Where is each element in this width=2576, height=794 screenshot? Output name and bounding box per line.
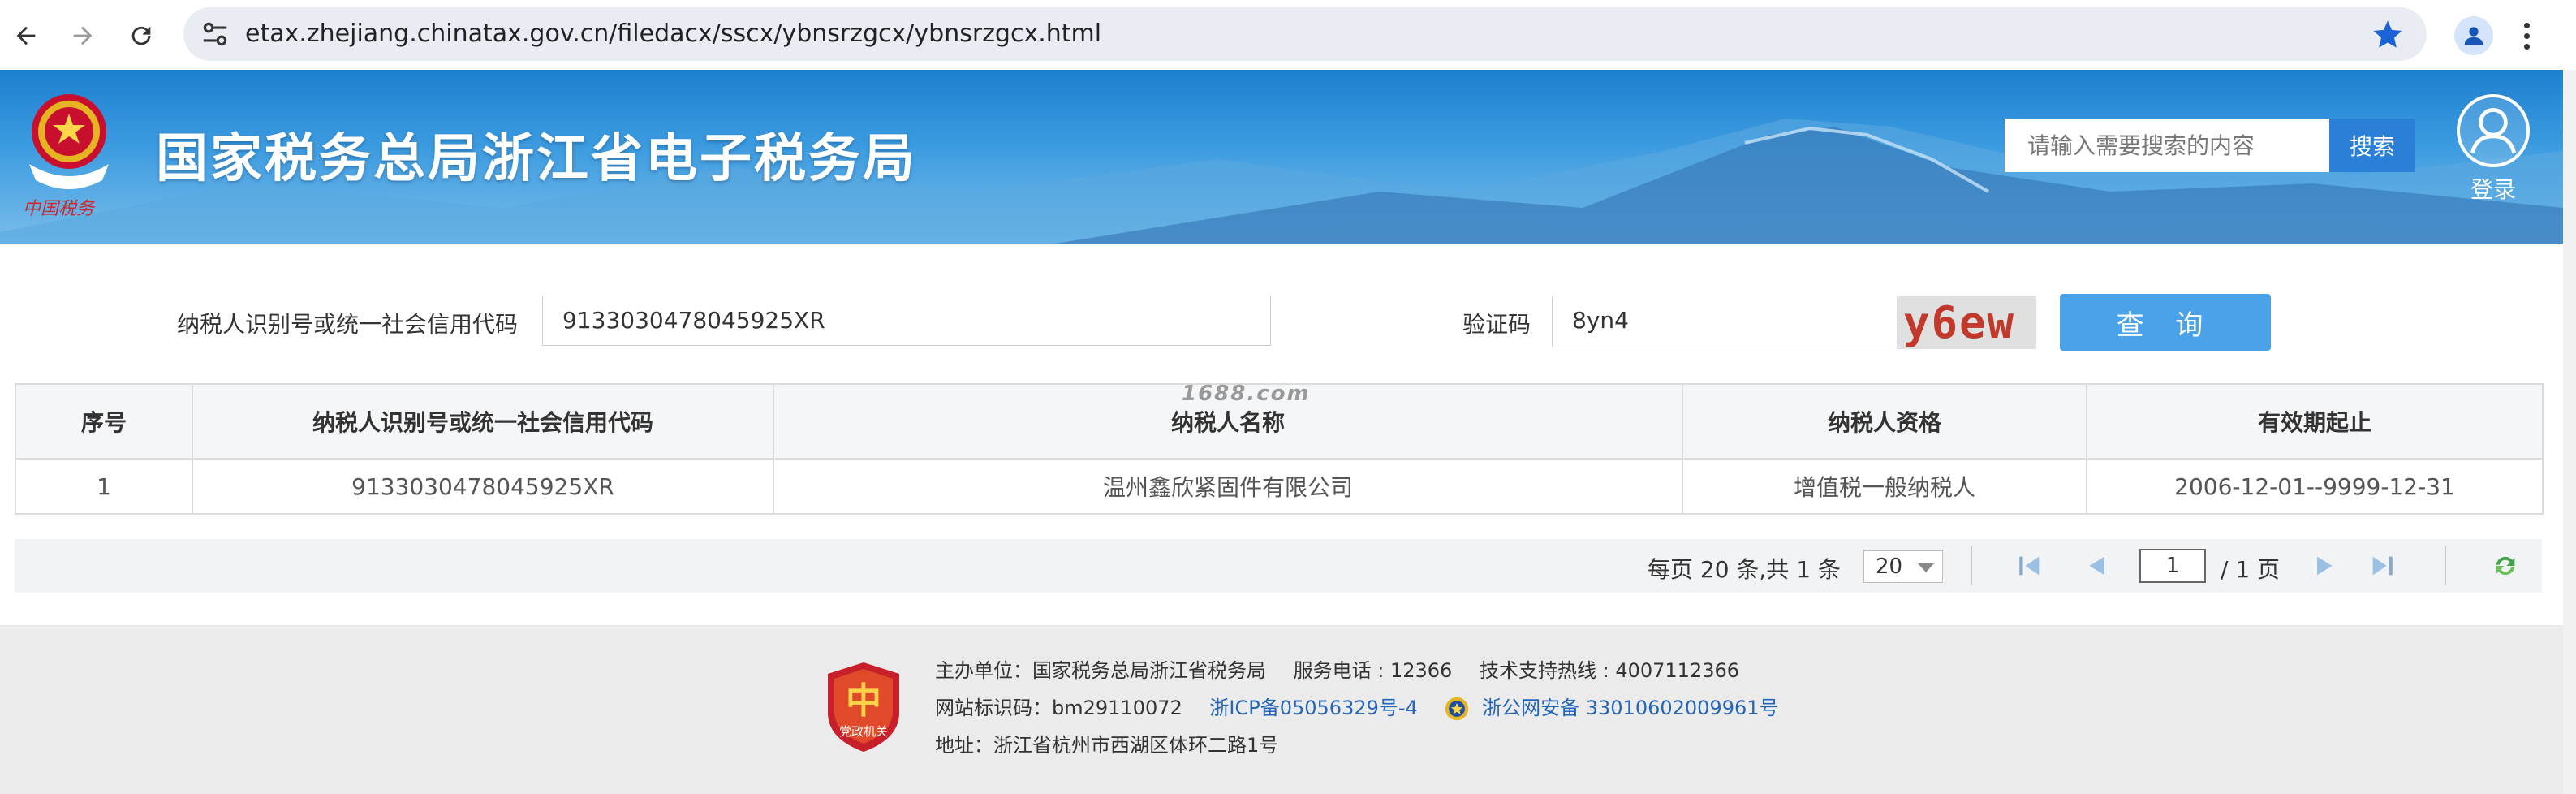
address-bar[interactable]: etax.zhejiang.chinatax.gov.cn/filedacx/s…: [183, 7, 2427, 61]
reload-button[interactable]: [122, 16, 161, 55]
col-header-index: 序号: [15, 383, 193, 460]
next-page-icon[interactable]: [2311, 552, 2339, 580]
taxpayer-id-input[interactable]: 9133030478045925XR: [542, 296, 1271, 346]
pager-summary: 每页 20 条,共 1 条: [1648, 556, 1841, 583]
cell-qualification: 增值税一般纳税人: [1682, 458, 2087, 515]
footer-service-phone: 服务电话 : 12366: [1293, 659, 1453, 682]
footer-site-id: 网站标识码：bm29110072: [935, 697, 1182, 719]
cell-validity: 2006-12-01--9999-12-31: [2086, 458, 2544, 515]
current-page-input[interactable]: 1: [2139, 549, 2206, 583]
svg-text:中: 中: [846, 680, 881, 722]
svg-text:中国税务: 中国税务: [23, 199, 96, 219]
pagination-bar: 每页 20 条,共 1 条 20 1 / 1 页: [15, 539, 2542, 593]
reload-icon: [131, 26, 151, 45]
page-size-select[interactable]: 20: [1863, 550, 1943, 583]
footer-sponsor: 主办单位：国家税务总局浙江省税务局: [935, 659, 1266, 682]
pager-divider: [1971, 546, 1972, 585]
browser-toolbar: etax.zhejiang.chinatax.gov.cn/filedacx/s…: [0, 0, 2576, 70]
site-footer: 中 党政机关 主办单位：国家税务总局浙江省税务局 服务电话 : 12366 技术…: [0, 625, 2563, 794]
footer-address: 地址：浙江省杭州市西湖区体环二路1号: [935, 734, 1279, 757]
col-header-qualification: 纳税人资格: [1682, 383, 2087, 460]
site-search-input[interactable]: [2005, 119, 2329, 172]
refresh-icon[interactable]: [2492, 552, 2519, 580]
arrow-left-icon: [16, 26, 36, 45]
taxpayer-id-label: 纳税人识别号或统一社会信用代码: [177, 311, 519, 338]
captcha-label: 验证码: [1462, 311, 1531, 338]
login-label: 登录: [2470, 176, 2516, 203]
site-title: 国家税务总局浙江省电子税务局: [156, 128, 917, 189]
police-record-link[interactable]: 浙公网安备 33010602009961号: [1482, 697, 1778, 719]
previous-page-icon[interactable]: [2083, 552, 2110, 580]
col-header-taxpayer-id: 纳税人识别号或统一社会信用代码: [192, 383, 774, 460]
page-scrollbar[interactable]: [2563, 70, 2576, 794]
site-search-button[interactable]: 搜索: [2329, 119, 2415, 172]
table-row: 1 9133030478045925XR 温州鑫欣紧固件有限公司 增值税一般纳税…: [15, 458, 2544, 515]
captcha-image-text: y6ew: [1903, 297, 2016, 348]
forward-button[interactable]: [63, 16, 102, 55]
captcha-image[interactable]: y6ew: [1897, 296, 2036, 349]
captcha-input[interactable]: 8yn4: [1552, 296, 1899, 347]
watermark-text: 1688.com: [1182, 382, 1311, 406]
total-pages-text: / 1 页: [2221, 556, 2281, 583]
pager-divider: [2445, 546, 2446, 585]
cell-index: 1: [15, 458, 193, 515]
site-header: 中国税务 国家税务总局浙江省电子税务局 搜索 登录: [0, 70, 2563, 244]
government-site-badge-logo[interactable]: 中 党政机关: [825, 661, 902, 753]
footer-support-hotline: 技术支持热线 : 4007112366: [1479, 659, 1740, 682]
login-button[interactable]: 登录: [2454, 94, 2532, 205]
browser-menu-button[interactable]: [2514, 16, 2539, 55]
cell-taxpayer-id: 9133030478045925XR: [192, 458, 774, 515]
site-info-icon[interactable]: [200, 19, 230, 50]
query-button[interactable]: 查 询: [2060, 294, 2271, 351]
arrow-right-icon: [73, 26, 93, 45]
last-page-icon[interactable]: [2368, 552, 2396, 580]
cell-taxpayer-name: 温州鑫欣紧固件有限公司: [773, 458, 1683, 515]
footer-line-records: 网站标识码：bm29110072 浙ICP备05056329号-4 浙公网安备 …: [935, 692, 1779, 723]
police-badge-icon: [1445, 697, 1469, 721]
national-emblem-logo: 中国税务: [23, 94, 109, 219]
icp-record-link[interactable]: 浙ICP备05056329号-4: [1209, 697, 1417, 719]
footer-line-sponsor: 主办单位：国家税务总局浙江省税务局 服务电话 : 12366 技术支持热线 : …: [935, 654, 1739, 683]
back-button[interactable]: [6, 16, 45, 55]
col-header-validity: 有效期起止: [2086, 383, 2544, 460]
bookmark-star-icon[interactable]: [2371, 18, 2404, 50]
user-icon: [2457, 94, 2530, 167]
first-page-icon[interactable]: [2016, 552, 2044, 580]
url-text[interactable]: etax.zhejiang.chinatax.gov.cn/filedacx/s…: [245, 17, 1101, 51]
badge-caption: 党政机关: [839, 724, 888, 739]
profile-button[interactable]: [2454, 16, 2493, 55]
person-icon: [2464, 27, 2483, 45]
